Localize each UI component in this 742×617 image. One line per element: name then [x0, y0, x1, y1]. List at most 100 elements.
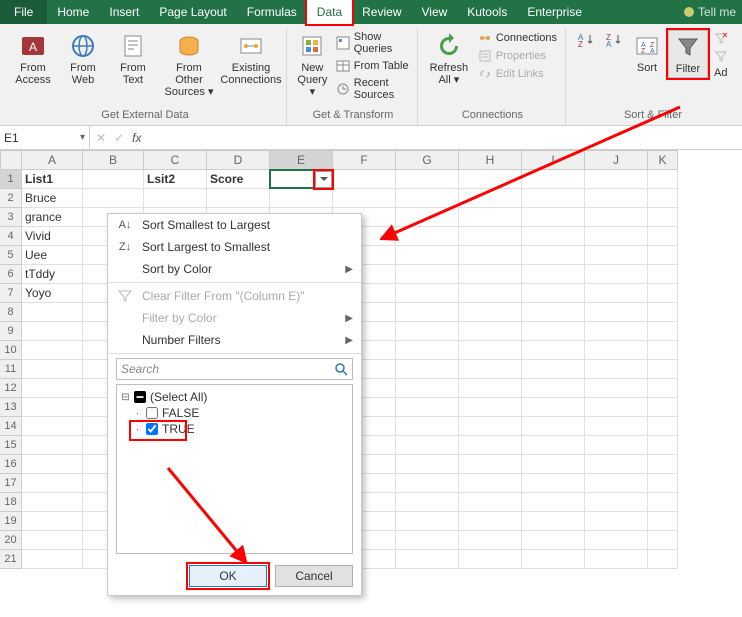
cell-H8[interactable]	[459, 303, 522, 322]
cell-H7[interactable]	[459, 284, 522, 303]
row-header[interactable]: 13	[0, 398, 22, 417]
cell-A20[interactable]	[22, 531, 83, 550]
cell-A12[interactable]	[22, 379, 83, 398]
row-header[interactable]: 9	[0, 322, 22, 341]
cell-A9[interactable]	[22, 322, 83, 341]
cell-A21[interactable]	[22, 550, 83, 569]
cell-K17[interactable]	[648, 474, 678, 493]
cell-K13[interactable]	[648, 398, 678, 417]
row-header[interactable]: 21	[0, 550, 22, 569]
cell-J2[interactable]	[585, 189, 648, 208]
cell-G5[interactable]	[396, 246, 459, 265]
sort-asc-button[interactable]: AZ	[574, 30, 598, 50]
cell-K12[interactable]	[648, 379, 678, 398]
cell-A17[interactable]	[22, 474, 83, 493]
cell-G20[interactable]	[396, 531, 459, 550]
cell-A13[interactable]	[22, 398, 83, 417]
cell-I6[interactable]	[522, 265, 585, 284]
cell-H19[interactable]	[459, 512, 522, 531]
cell-K4[interactable]	[648, 227, 678, 246]
cell-A15[interactable]	[22, 436, 83, 455]
cell-A19[interactable]	[22, 512, 83, 531]
number-filters-item[interactable]: Number Filters▶	[108, 329, 361, 351]
cell-A4[interactable]: Vivid	[22, 227, 83, 246]
cell-K5[interactable]	[648, 246, 678, 265]
row-header[interactable]: 7	[0, 284, 22, 303]
cell-G7[interactable]	[396, 284, 459, 303]
cell-J4[interactable]	[585, 227, 648, 246]
cell-K20[interactable]	[648, 531, 678, 550]
cell-I10[interactable]	[522, 341, 585, 360]
cell-J14[interactable]	[585, 417, 648, 436]
filter-dropdown-E1[interactable]	[315, 171, 332, 188]
sort-button[interactable]: AZZASort	[630, 30, 664, 76]
cell-C1[interactable]: Lsit2	[144, 170, 207, 189]
cell-I21[interactable]	[522, 550, 585, 569]
tab-page-layout[interactable]: Page Layout	[149, 0, 236, 24]
tab-home[interactable]: Home	[47, 0, 99, 24]
cell-K9[interactable]	[648, 322, 678, 341]
cell-G3[interactable]	[396, 208, 459, 227]
cell-A18[interactable]	[22, 493, 83, 512]
cell-G11[interactable]	[396, 360, 459, 379]
cell-G8[interactable]	[396, 303, 459, 322]
cell-G17[interactable]	[396, 474, 459, 493]
row-header[interactable]: 10	[0, 341, 22, 360]
cell-K15[interactable]	[648, 436, 678, 455]
select-all-checkbox[interactable]	[134, 391, 146, 403]
from-web-button[interactable]: FromWeb	[60, 30, 106, 88]
cell-J15[interactable]	[585, 436, 648, 455]
cell-G19[interactable]	[396, 512, 459, 531]
tab-enterprise[interactable]: Enterprise	[517, 0, 592, 24]
col-H[interactable]: H	[459, 150, 522, 170]
cell-A3[interactable]: grance	[22, 208, 83, 227]
cell-I15[interactable]	[522, 436, 585, 455]
cell-J17[interactable]	[585, 474, 648, 493]
cell-A8[interactable]	[22, 303, 83, 322]
cell-J7[interactable]	[585, 284, 648, 303]
cell-I11[interactable]	[522, 360, 585, 379]
cell-H2[interactable]	[459, 189, 522, 208]
cell-K11[interactable]	[648, 360, 678, 379]
cell-J10[interactable]	[585, 341, 648, 360]
name-box[interactable]: E1▾	[0, 126, 90, 149]
cell-J3[interactable]	[585, 208, 648, 227]
filter-button[interactable]: Filter	[668, 30, 708, 78]
cell-A6[interactable]: tTddy	[22, 265, 83, 284]
cell-I16[interactable]	[522, 455, 585, 474]
row-header[interactable]: 3	[0, 208, 22, 227]
cell-H5[interactable]	[459, 246, 522, 265]
select-all-item[interactable]: ⊟(Select All)	[121, 389, 348, 405]
from-access-button[interactable]: AFromAccess	[10, 30, 56, 88]
cell-J16[interactable]	[585, 455, 648, 474]
row-header[interactable]: 17	[0, 474, 22, 493]
advanced-button[interactable]: Ad	[712, 66, 732, 80]
cell-G6[interactable]	[396, 265, 459, 284]
cell-I4[interactable]	[522, 227, 585, 246]
col-K[interactable]: K	[648, 150, 678, 170]
cell-G9[interactable]	[396, 322, 459, 341]
cell-G15[interactable]	[396, 436, 459, 455]
cell-I20[interactable]	[522, 531, 585, 550]
cell-K16[interactable]	[648, 455, 678, 474]
cell-I8[interactable]	[522, 303, 585, 322]
col-I[interactable]: I	[522, 150, 585, 170]
cell-K10[interactable]	[648, 341, 678, 360]
cell-H18[interactable]	[459, 493, 522, 512]
cell-C2[interactable]	[144, 189, 207, 208]
row-header[interactable]: 5	[0, 246, 22, 265]
row-header[interactable]: 14	[0, 417, 22, 436]
cell-D2[interactable]	[207, 189, 270, 208]
col-B[interactable]: B	[83, 150, 144, 170]
cell-J19[interactable]	[585, 512, 648, 531]
row-header[interactable]: 2	[0, 189, 22, 208]
col-D[interactable]: D	[207, 150, 270, 170]
tab-view[interactable]: View	[412, 0, 458, 24]
cell-J5[interactable]	[585, 246, 648, 265]
cell-H14[interactable]	[459, 417, 522, 436]
row-header[interactable]: 11	[0, 360, 22, 379]
false-checkbox[interactable]	[146, 407, 158, 419]
cell-B2[interactable]	[83, 189, 144, 208]
cell-K1[interactable]	[648, 170, 678, 189]
cell-G16[interactable]	[396, 455, 459, 474]
